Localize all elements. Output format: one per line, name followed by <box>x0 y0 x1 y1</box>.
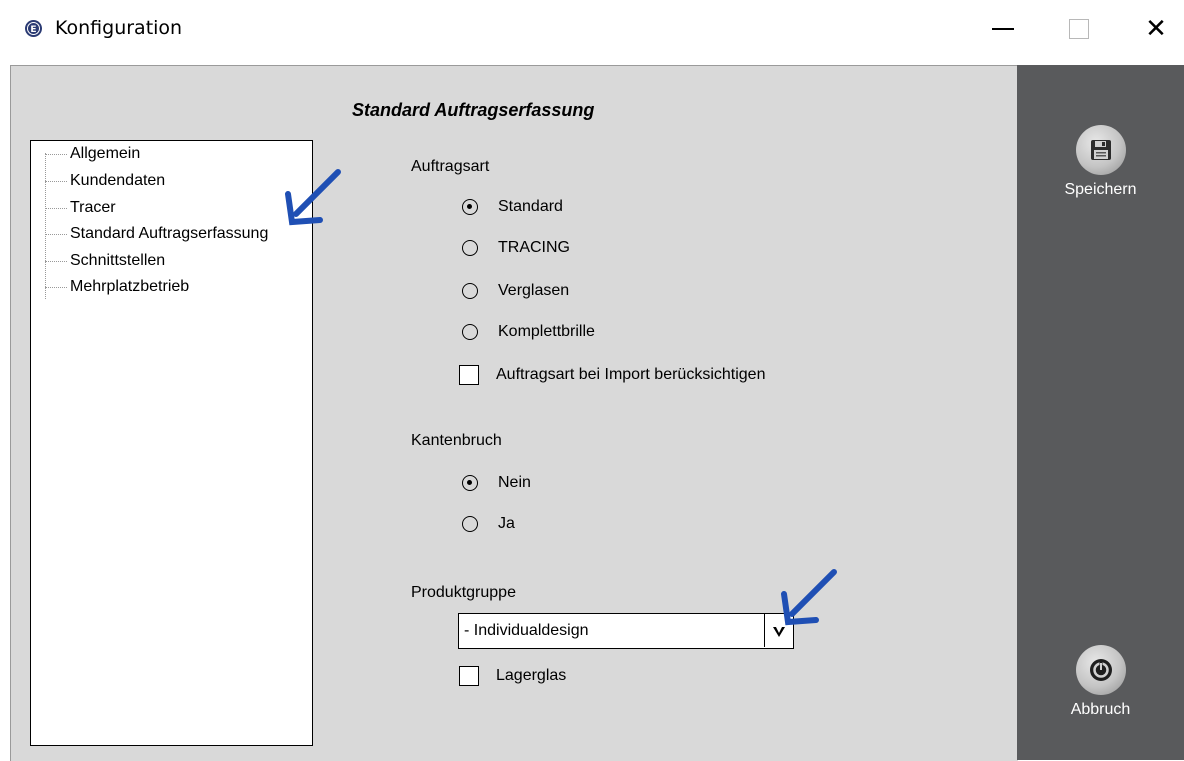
tree-item-tracer[interactable]: Tracer <box>31 196 116 220</box>
checkbox-lagerglas[interactable]: Lagerglas <box>459 664 567 688</box>
power-icon <box>1075 645 1126 695</box>
tree-item-schnittstellen[interactable]: Schnittstellen <box>31 249 165 273</box>
tree-item-label: Standard Auftragserfassung <box>70 225 269 242</box>
radio-label: TRACING <box>498 239 570 256</box>
radio-button[interactable] <box>462 516 478 532</box>
checkbox[interactable] <box>459 365 479 385</box>
radio-button[interactable] <box>462 283 478 299</box>
window-title: Konfiguration <box>55 17 183 39</box>
floppy-disk-icon <box>1075 125 1126 175</box>
produktgruppe-dropdown[interactable]: - Individualdesign <box>458 613 794 649</box>
radio-label: Komplettbrille <box>498 323 595 340</box>
save-button[interactable]: Speichern <box>1017 125 1184 199</box>
radio-tracing[interactable]: TRACING <box>462 236 570 260</box>
tree-item-standard-auftragserfassung[interactable]: Standard Auftragserfassung <box>31 222 268 246</box>
tree-item-label: Allgemein <box>70 145 141 162</box>
config-tree[interactable]: Allgemein Kundendaten Tracer Standard Au… <box>30 140 313 746</box>
tree-branch <box>45 207 67 209</box>
radio-label: Ja <box>498 515 515 532</box>
close-button[interactable]: ✕ <box>1133 0 1179 58</box>
tree-item-allgemein[interactable]: Allgemein <box>31 142 140 166</box>
radio-label: Nein <box>498 474 531 491</box>
radio-label: Verglasen <box>498 282 570 299</box>
tree-branch <box>45 180 67 182</box>
checkbox-auftragsart-import[interactable]: Auftragsart bei Import berücksichtigen <box>459 363 766 387</box>
radio-verglasen[interactable]: Verglasen <box>462 279 569 303</box>
section-title: Standard Auftragserfassung <box>352 100 595 120</box>
tree-item-mehrplatzbetrieb[interactable]: Mehrplatzbetrieb <box>31 275 189 299</box>
tree-branch <box>45 153 67 155</box>
tree-branch <box>45 233 67 235</box>
radio-standard[interactable]: Standard <box>462 195 563 219</box>
produktgruppe-label: Produktgruppe <box>411 584 516 601</box>
radio-label: Standard <box>498 198 563 215</box>
checkbox-label: Lagerglas <box>496 667 567 684</box>
radio-button[interactable] <box>462 475 478 491</box>
dropdown-selected-value: - Individualdesign <box>464 622 589 639</box>
radio-komplettbrille[interactable]: Komplettbrille <box>462 320 595 344</box>
tree-item-kundendaten[interactable]: Kundendaten <box>31 169 165 193</box>
title-bar: E Konfiguration ✕ <box>0 0 1184 58</box>
radio-button[interactable] <box>462 199 478 215</box>
cancel-button[interactable]: Abbruch <box>1017 645 1184 719</box>
radio-button[interactable] <box>462 240 478 256</box>
checkbox[interactable] <box>459 666 479 686</box>
maximize-icon <box>1069 19 1089 39</box>
kantenbruch-label: Kantenbruch <box>411 432 502 449</box>
close-icon: ✕ <box>1145 14 1167 44</box>
auftragsart-label: Auftragsart <box>411 158 490 175</box>
annotation-arrow-icon <box>285 169 341 226</box>
tree-branch <box>45 260 67 262</box>
tree-item-label: Kundendaten <box>70 172 166 189</box>
minimize-button[interactable] <box>980 0 1026 58</box>
maximize-button[interactable] <box>1056 0 1102 58</box>
radio-ja[interactable]: Ja <box>462 512 515 536</box>
cancel-label: Abbruch <box>1070 701 1131 718</box>
minimize-icon <box>992 28 1014 30</box>
save-label: Speichern <box>1064 181 1137 198</box>
radio-button[interactable] <box>462 324 478 340</box>
checkbox-label: Auftragsart bei Import berücksichtigen <box>496 366 766 383</box>
tree-item-label: Mehrplatzbetrieb <box>70 278 190 295</box>
tree-item-label: Tracer <box>70 199 116 216</box>
annotation-arrow-icon <box>781 569 837 626</box>
app-logo-icon: E <box>25 20 42 37</box>
tree-item-label: Schnittstellen <box>70 252 166 269</box>
radio-nein[interactable]: Nein <box>462 471 531 495</box>
tree-branch <box>45 286 67 288</box>
